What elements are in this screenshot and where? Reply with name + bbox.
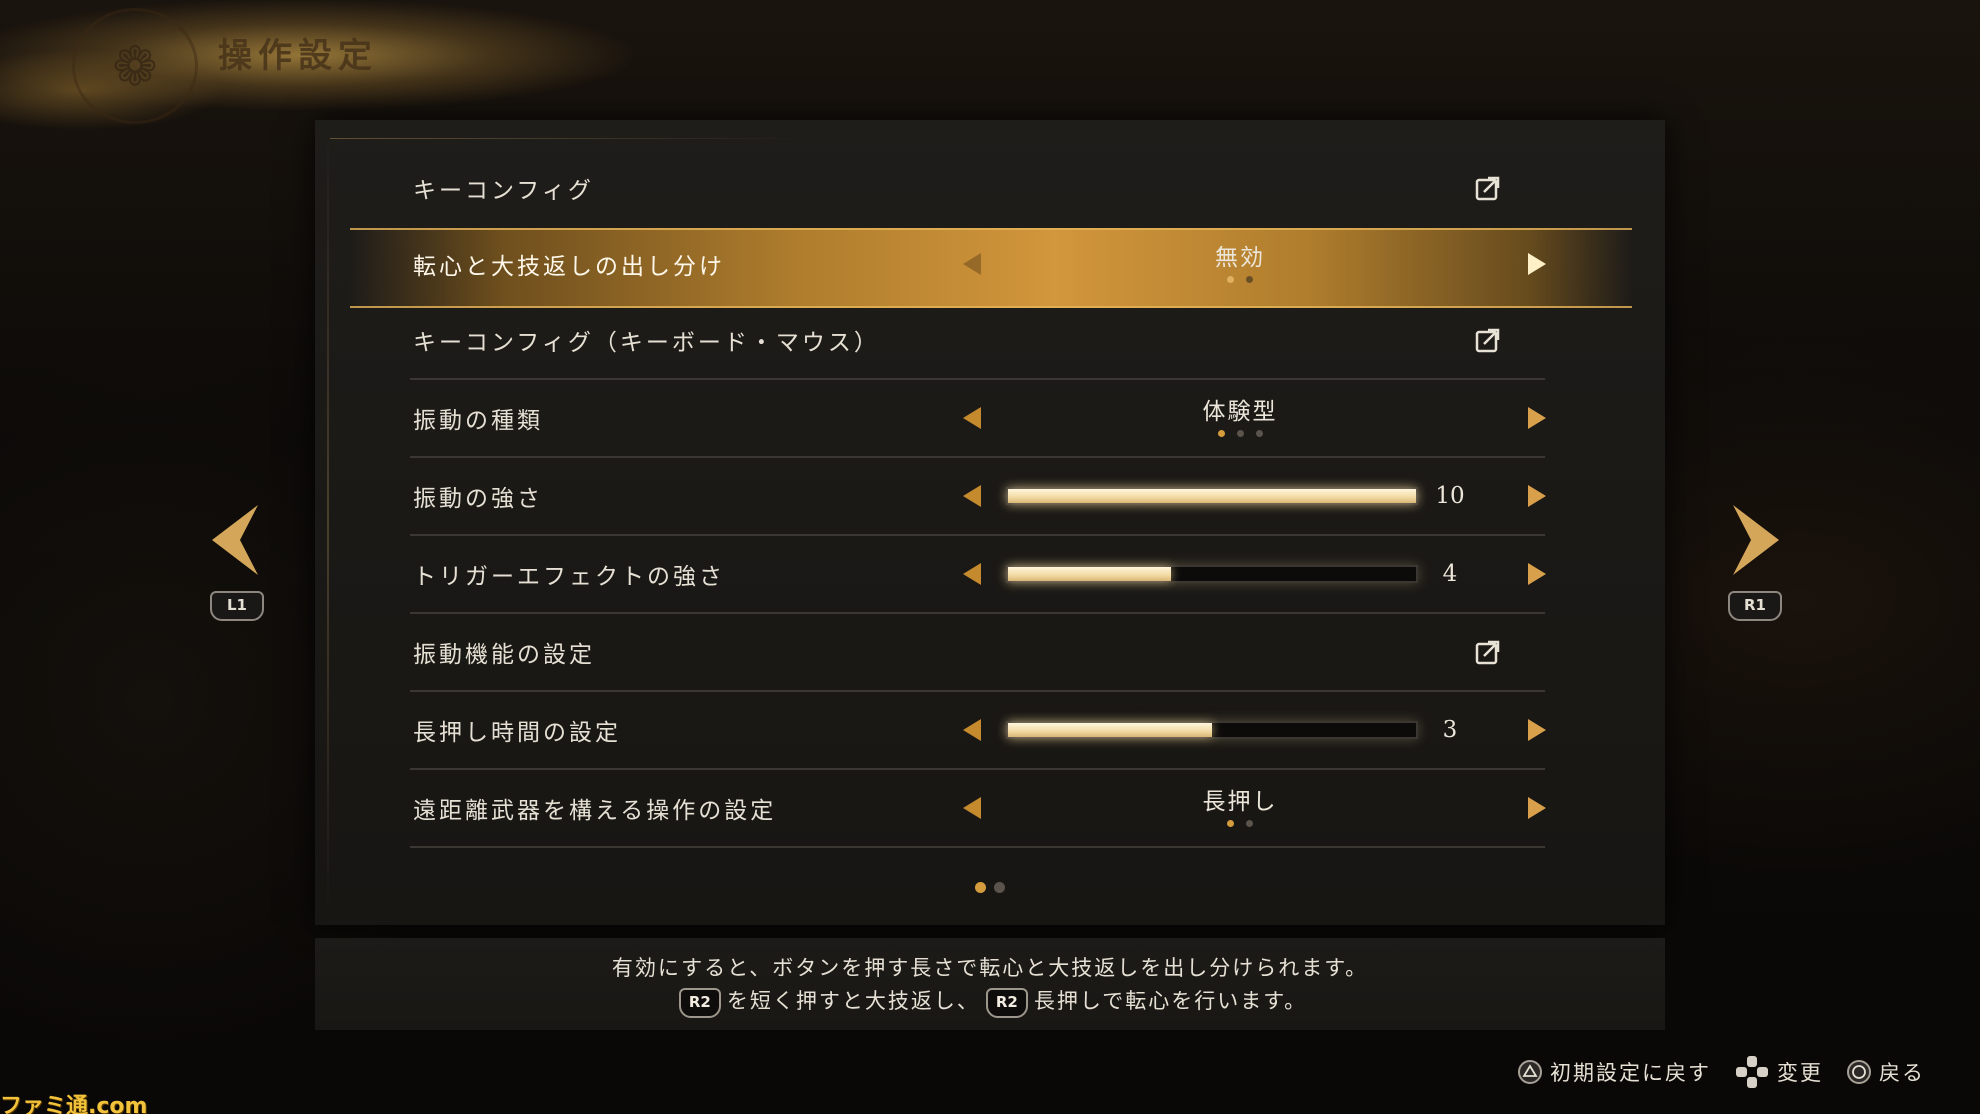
back-button[interactable]: 戻る xyxy=(1847,1057,1925,1087)
settings-row-key-config[interactable]: キーコンフィグ xyxy=(410,150,1545,226)
option-dot xyxy=(1227,820,1234,827)
option-dot xyxy=(1246,276,1253,283)
arrow-right-icon[interactable] xyxy=(1528,797,1546,819)
settings-row-key-config-kbm[interactable]: キーコンフィグ（キーボード・マウス） xyxy=(410,302,1545,380)
row-label: 振動機能の設定 xyxy=(413,642,595,668)
panel-border-left xyxy=(327,130,329,910)
settings-row-vibration-type[interactable]: 振動の種類 体験型 xyxy=(410,380,1546,458)
row-label: キーコンフィグ xyxy=(413,178,594,204)
settings-row-counter-switch[interactable]: 転心と大技返しの出し分け 無効 xyxy=(410,226,1546,302)
settings-list: キーコンフィグ 転心と大技返しの出し分け 無効 キーコンフィグ（キーボード・マウ… xyxy=(410,150,1546,848)
option-indicator xyxy=(1150,820,1330,827)
option-value: 無効 xyxy=(1215,245,1265,271)
page-dot xyxy=(994,882,1005,893)
page-indicator xyxy=(975,882,1005,893)
arrow-right-icon[interactable] xyxy=(1528,253,1546,275)
r2-button-icon: R2 xyxy=(985,987,1028,1018)
slider-fill xyxy=(1008,567,1172,581)
l1-button-badge: L1 xyxy=(210,591,264,621)
reset-defaults-button[interactable]: 初期設定に戻す xyxy=(1518,1057,1711,1087)
triangle-button-icon xyxy=(1518,1060,1542,1084)
screen: ❁ 操作設定 キーコンフィグ 転心と大技返しの出し分け 無効 キーコンフィグ（キ… xyxy=(0,0,1980,1114)
row-label: 遠距離武器を構える操作の設定 xyxy=(413,798,777,824)
footer-hints: 初期設定に戻す 変更 戻る xyxy=(1518,1055,1925,1089)
option-indicator xyxy=(1150,276,1330,283)
arrow-left-icon[interactable] xyxy=(963,485,981,507)
option-indicator xyxy=(1150,430,1330,437)
description-text: を短く押すと大技返し、 xyxy=(726,989,980,1013)
arrow-right-icon[interactable] xyxy=(1528,719,1546,741)
description-line-1: 有効にすると、ボタンを押す長さで転心と大技返しを出し分けられます。 xyxy=(611,956,1369,980)
dpad-icon xyxy=(1735,1055,1769,1089)
option-value: 体験型 xyxy=(1202,399,1278,425)
next-page-button[interactable]: R1 xyxy=(1728,505,1788,621)
change-hint[interactable]: 変更 xyxy=(1735,1055,1823,1089)
chevron-right-icon xyxy=(1733,505,1779,575)
slider-value: 10 xyxy=(1435,483,1465,509)
page-dot-active xyxy=(975,882,986,893)
option-value: 長押し xyxy=(1202,789,1278,815)
r1-button-badge: R1 xyxy=(1728,591,1782,621)
arrow-left-icon[interactable] xyxy=(963,797,981,819)
crest-icon: ❁ xyxy=(72,8,198,124)
panel-border-top xyxy=(330,138,810,139)
circle-button-icon xyxy=(1847,1060,1871,1084)
arrow-left-icon[interactable] xyxy=(963,253,981,275)
option-dot xyxy=(1217,430,1225,437)
settings-row-vibration-function[interactable]: 振動機能の設定 xyxy=(410,614,1545,692)
slider-fill xyxy=(1008,489,1416,503)
option-dot xyxy=(1227,276,1234,283)
arrow-left-icon[interactable] xyxy=(963,407,981,429)
vibration-strength-slider[interactable] xyxy=(1006,487,1418,505)
row-label: 長押し時間の設定 xyxy=(413,720,621,746)
row-label: 振動の種類 xyxy=(413,408,543,434)
arrow-right-icon[interactable] xyxy=(1528,407,1546,429)
settings-row-vibration-strength[interactable]: 振動の強さ 10 xyxy=(410,458,1546,536)
change-label: 変更 xyxy=(1777,1061,1823,1085)
page-title: 操作設定 xyxy=(218,36,378,76)
arrow-left-icon[interactable] xyxy=(963,563,981,585)
external-link-icon[interactable] xyxy=(1475,639,1501,665)
slider-value: 3 xyxy=(1442,717,1458,743)
description-box: 有効にすると、ボタンを押す長さで転心と大技返しを出し分けられます。 R2 を短く押… xyxy=(315,938,1665,1030)
reset-defaults-label: 初期設定に戻す xyxy=(1550,1061,1711,1085)
back-label: 戻る xyxy=(1879,1061,1925,1085)
hold-time-slider[interactable] xyxy=(1006,721,1418,739)
slider-fill xyxy=(1008,723,1212,737)
slider-value: 4 xyxy=(1442,561,1458,587)
arrow-right-icon[interactable] xyxy=(1528,485,1546,507)
description-line-2: R2 を短く押すと大技返し、 R2 長押しで転心を行います。 xyxy=(315,985,1665,1018)
row-label: 転心と大技返しの出し分け xyxy=(413,254,725,280)
prev-page-button[interactable]: L1 xyxy=(210,505,270,621)
external-link-icon[interactable] xyxy=(1475,327,1501,353)
option-dot xyxy=(1255,430,1263,437)
option-dot xyxy=(1246,820,1253,827)
r2-button-icon: R2 xyxy=(678,987,721,1018)
trigger-effect-slider[interactable] xyxy=(1006,565,1418,583)
arrow-left-icon[interactable] xyxy=(963,719,981,741)
arrow-right-icon[interactable] xyxy=(1528,563,1546,585)
settings-row-hold-time[interactable]: 長押し時間の設定 3 xyxy=(410,692,1546,770)
site-watermark: ファミ通.com xyxy=(0,1094,148,1114)
chevron-left-icon xyxy=(212,505,258,575)
row-label: キーコンフィグ（キーボード・マウス） xyxy=(413,330,880,356)
option-dot xyxy=(1236,430,1244,437)
description-text: 長押しで転心を行います。 xyxy=(1033,989,1308,1013)
settings-row-trigger-effect[interactable]: トリガーエフェクトの強さ 4 xyxy=(410,536,1546,614)
external-link-icon[interactable] xyxy=(1475,175,1501,201)
row-label: トリガーエフェクトの強さ xyxy=(413,564,725,590)
settings-row-ranged-weapon[interactable]: 遠距離武器を構える操作の設定 長押し xyxy=(410,770,1546,848)
row-label: 振動の強さ xyxy=(413,486,543,512)
